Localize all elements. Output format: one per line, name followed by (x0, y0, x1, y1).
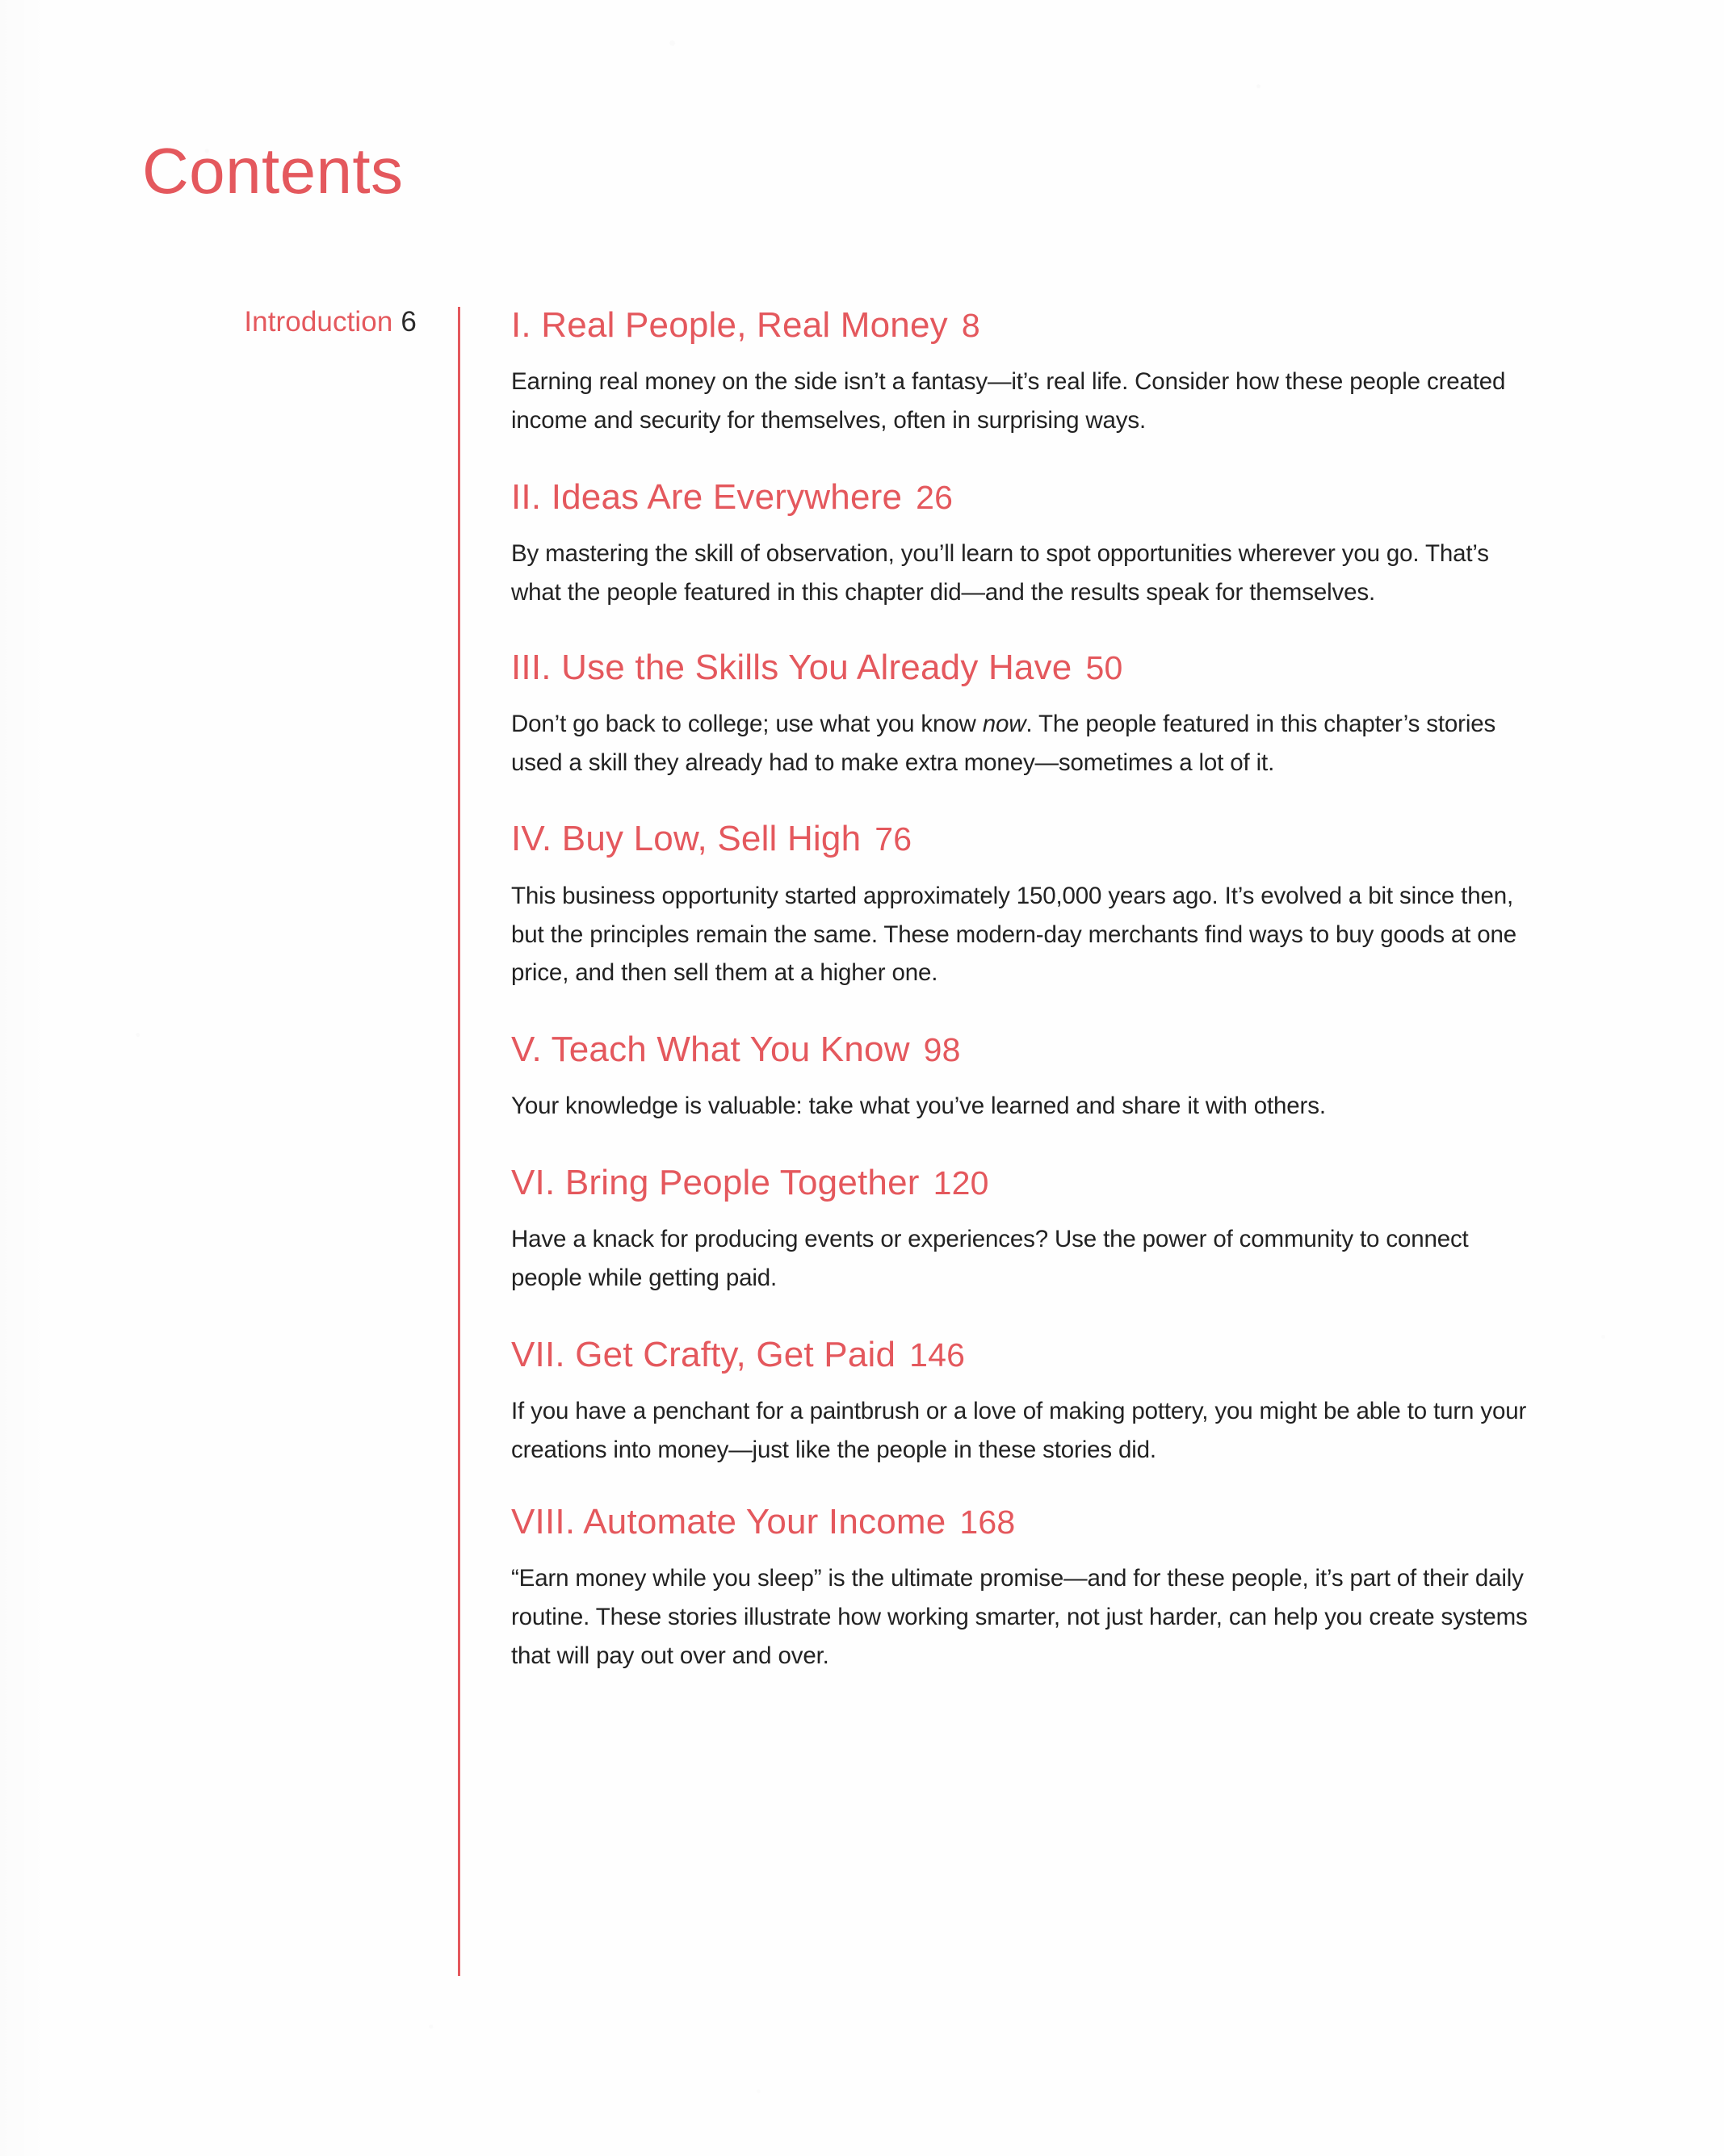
chapter-4-title[interactable]: IV. Buy Low, Sell High 76 (511, 819, 1541, 858)
toc-entry-introduction[interactable]: Introduction 6 (0, 305, 417, 339)
toc-entry-chapter-7[interactable]: VII. Get Crafty, Get Paid 146 If you have… (511, 1335, 1541, 1470)
chapter-3-description-emphasis: now (982, 710, 1026, 737)
chapter-3-page-number: 50 (1085, 648, 1123, 686)
chapter-3-description: Don’t go back to college; use what you k… (511, 705, 1541, 782)
chapter-list: I. Real People, Real Money 8 Earning real… (511, 305, 1541, 1675)
front-matter-rail: Introduction 6 (0, 305, 417, 339)
chapter-3-description-part-1: Don’t go back to college; use what you k… (511, 710, 983, 737)
page-title: Contents (142, 134, 404, 207)
toc-entry-chapter-2[interactable]: II. Ideas Are Everywhere 26 By mastering … (511, 477, 1541, 612)
chapter-8-title[interactable]: VIII. Automate Your Income 168 (511, 1502, 1541, 1541)
toc-entry-chapter-6[interactable]: VI. Bring People Together 120 Have a knac… (511, 1163, 1541, 1298)
chapter-3-title[interactable]: III. Use the Skills You Already Have 50 (511, 648, 1541, 687)
chapter-1-title-text: I. Real People, Real Money (511, 305, 948, 345)
chapter-6-page-number: 120 (933, 1164, 989, 1202)
chapter-8-title-text: VIII. Automate Your Income (511, 1501, 946, 1541)
toc-entry-chapter-5[interactable]: V. Teach What You Know 98 Your knowledge … (511, 1030, 1541, 1126)
chapter-5-title[interactable]: V. Teach What You Know 98 (511, 1030, 1541, 1069)
chapter-4-description: This business opportunity started approx… (511, 882, 1517, 987)
toc-entry-chapter-8[interactable]: VIII. Automate Your Income 168 “Earn mone… (511, 1502, 1541, 1676)
chapter-3-title-text: III. Use the Skills You Already Have (511, 647, 1072, 687)
chapter-1-page-number: 8 (961, 307, 980, 344)
chapter-7-description: If you have a penchant for a paintbrush … (511, 1398, 1527, 1464)
chapter-6-title[interactable]: VI. Bring People Together 120 (511, 1163, 1541, 1202)
chapter-4-title-text: IV. Buy Low, Sell High (511, 819, 862, 859)
chapter-5-description: Your knowledge is valuable: take what yo… (511, 1093, 1326, 1120)
chapter-1-title[interactable]: I. Real People, Real Money 8 (511, 305, 1541, 345)
vertical-divider-rule (458, 307, 460, 1976)
introduction-label: Introduction (244, 306, 393, 338)
toc-entry-chapter-1[interactable]: I. Real People, Real Money 8 Earning real… (511, 305, 1541, 440)
chapter-2-title[interactable]: II. Ideas Are Everywhere 26 (511, 477, 1541, 517)
chapter-5-page-number: 98 (923, 1031, 961, 1069)
chapter-2-page-number: 26 (916, 478, 954, 516)
chapter-1-description: Earning real money on the side isn’t a f… (511, 368, 1506, 434)
toc-entry-chapter-3[interactable]: III. Use the Skills You Already Have 50 D… (511, 648, 1541, 782)
toc-entry-chapter-4[interactable]: IV. Buy Low, Sell High 76 This business o… (511, 819, 1541, 992)
chapter-7-page-number: 146 (909, 1336, 966, 1374)
chapter-6-title-text: VI. Bring People Together (511, 1163, 920, 1203)
chapter-6-description: Have a knack for producing events or exp… (511, 1226, 1469, 1292)
chapter-8-description: “Earn money while you sleep” is the ulti… (511, 1565, 1528, 1669)
introduction-page-number: 6 (401, 306, 417, 338)
chapter-7-title-text: VII. Get Crafty, Get Paid (511, 1334, 896, 1374)
chapter-7-title[interactable]: VII. Get Crafty, Get Paid 146 (511, 1335, 1541, 1374)
chapter-5-title-text: V. Teach What You Know (511, 1030, 910, 1070)
chapter-4-page-number: 76 (875, 820, 912, 858)
contents-page: Contents Introduction 6 I. Real People, R… (0, 0, 1724, 2156)
chapter-8-page-number: 168 (959, 1503, 1016, 1541)
chapter-2-description: By mastering the skill of observation, y… (511, 540, 1489, 606)
chapter-2-title-text: II. Ideas Are Everywhere (511, 476, 903, 517)
